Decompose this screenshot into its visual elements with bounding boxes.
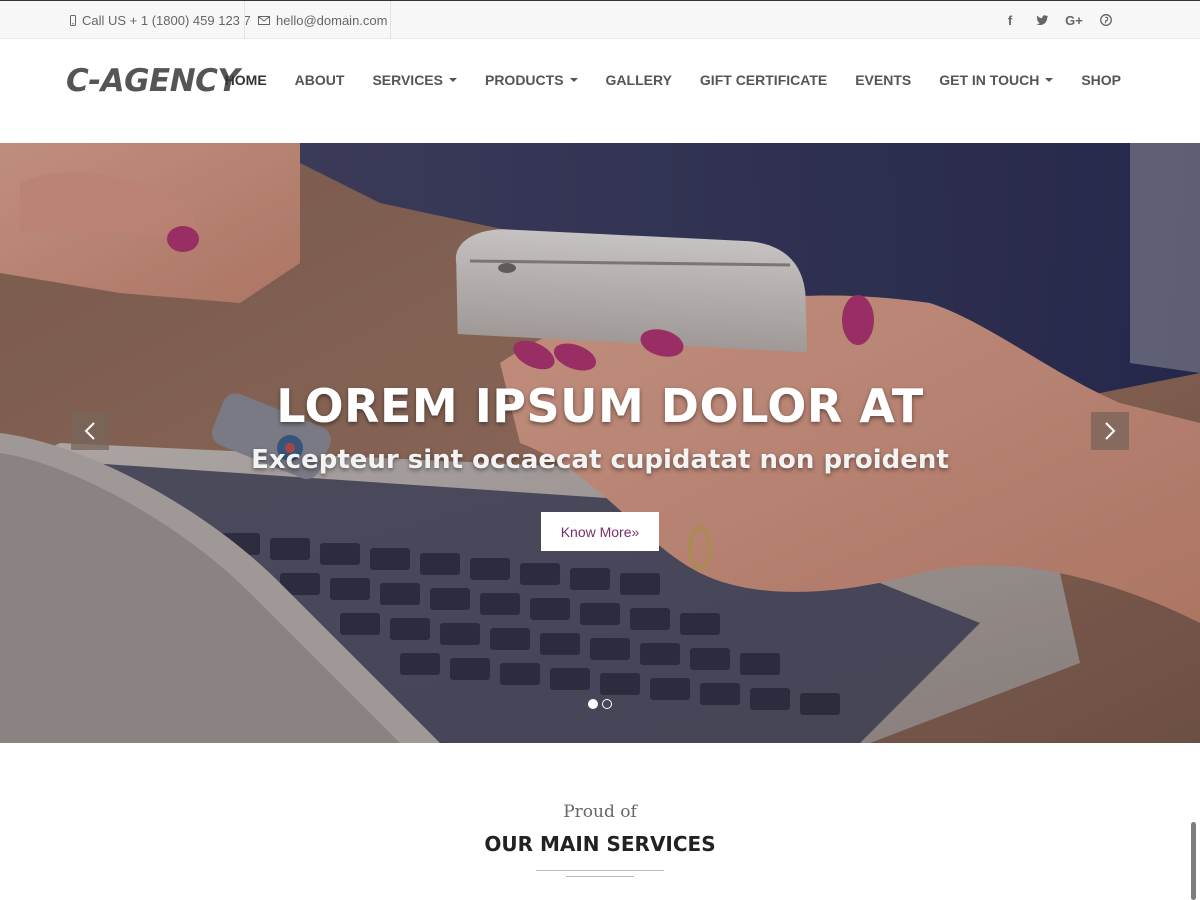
nav-shop[interactable]: SHOP — [1081, 72, 1121, 88]
phone-contact[interactable]: Call US + 1 (1800) 459 123 7 — [70, 1, 251, 39]
nav-products[interactable]: PRODUCTS — [485, 72, 578, 88]
email-contact[interactable]: hello@domain.com — [258, 1, 387, 39]
hero-slider: LOREM IPSUM DOLOR AT Excepteur sint occa… — [0, 143, 1200, 743]
slider-pagination — [588, 699, 612, 709]
social-links: f G+ — [994, 1, 1122, 39]
email-text: hello@domain.com — [276, 12, 388, 28]
mobile-phone-icon — [70, 14, 76, 26]
nav-events[interactable]: EVENTS — [855, 72, 911, 88]
caret-down-icon — [448, 78, 457, 82]
hero-title: LOREM IPSUM DOLOR AT — [276, 379, 924, 433]
slide-dot-1[interactable] — [588, 699, 598, 709]
nav-home[interactable]: HOME — [225, 72, 267, 88]
twitter-icon[interactable] — [1026, 1, 1058, 39]
divider — [390, 1, 391, 39]
nav-gift-certificate[interactable]: GIFT CERTIFICATE — [700, 72, 827, 88]
facebook-icon[interactable]: f — [994, 1, 1026, 39]
site-logo[interactable]: C-AGENCY — [66, 63, 240, 99]
phone-text: Call US + 1 (1800) 459 123 7 — [82, 12, 251, 28]
slide-dot-2[interactable] — [602, 699, 612, 709]
main-nav: HOME ABOUT SERVICES PRODUCTS GALLERY GIF… — [225, 72, 1121, 88]
title-divider — [536, 870, 664, 871]
divider — [244, 1, 245, 39]
nav-services[interactable]: SERVICES — [372, 72, 457, 88]
top-bar: Call US + 1 (1800) 459 123 7 hello@domai… — [0, 0, 1200, 39]
section-kicker: Proud of — [563, 802, 637, 822]
know-more-button[interactable]: Know More» — [541, 512, 659, 551]
title-divider-short — [566, 876, 634, 877]
scrollbar-thumb[interactable] — [1191, 822, 1196, 900]
section-title: OUR MAIN SERVICES — [484, 832, 716, 856]
envelope-icon — [258, 15, 270, 25]
nav-about[interactable]: ABOUT — [295, 72, 345, 88]
site-header: C-AGENCY HOME ABOUT SERVICES PRODUCTS GA… — [0, 39, 1200, 143]
nav-get-in-touch[interactable]: GET IN TOUCH — [939, 72, 1054, 88]
hero-subtitle: Excepteur sint occaecat cupidatat non pr… — [251, 445, 949, 475]
pinterest-icon[interactable] — [1090, 1, 1122, 39]
hero-background-image — [0, 143, 1200, 743]
nav-gallery[interactable]: GALLERY — [606, 72, 672, 88]
google-plus-icon[interactable]: G+ — [1058, 1, 1090, 39]
caret-down-icon — [1045, 78, 1054, 82]
caret-down-icon — [569, 78, 578, 82]
